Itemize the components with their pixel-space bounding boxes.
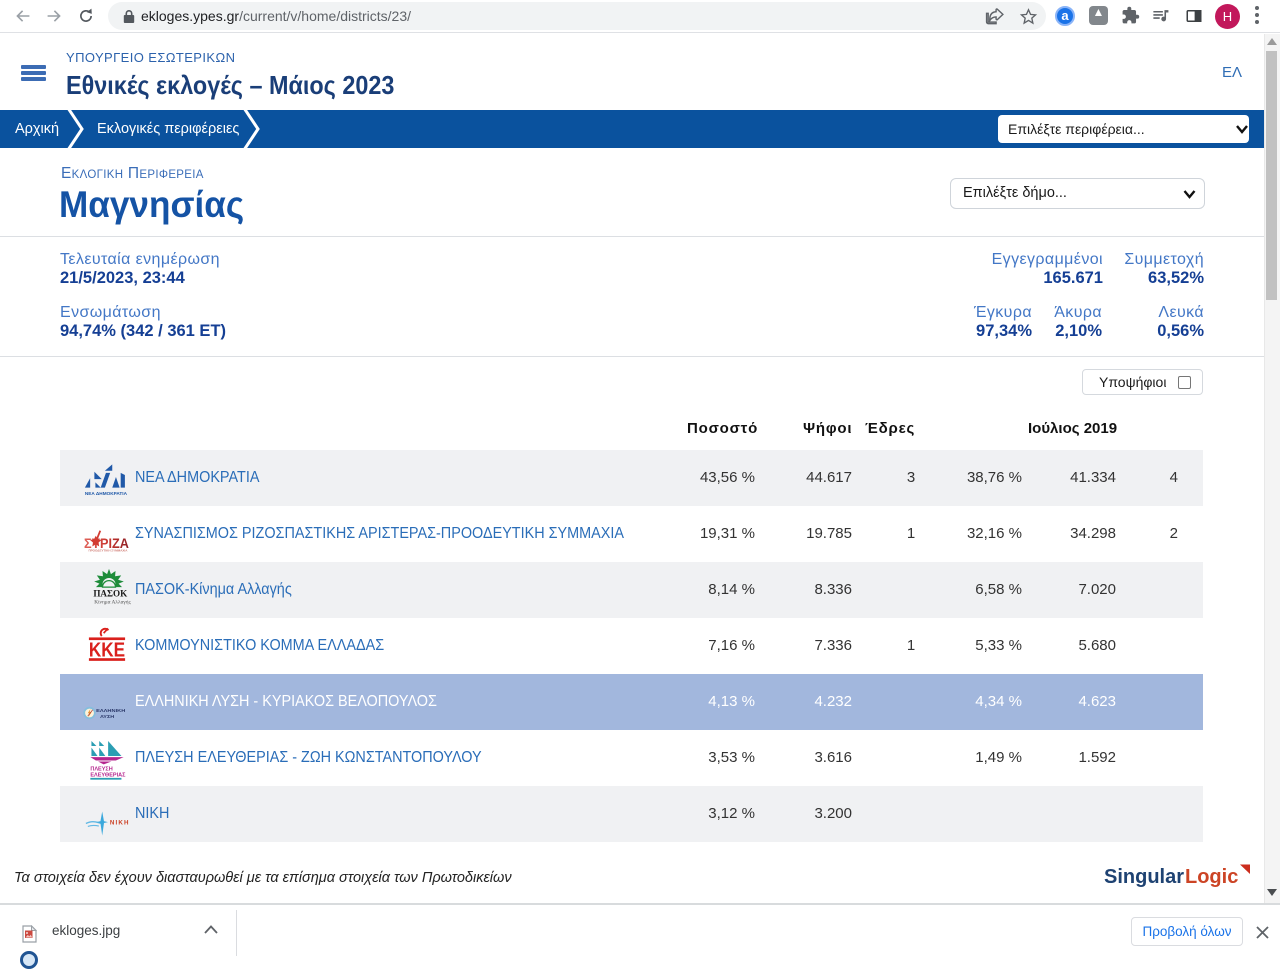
svg-text:ΝΕΑ ΔΗΜΟΚΡΑΤΙΑ: ΝΕΑ ΔΗΜΟΚΡΑΤΙΑ [85, 491, 128, 496]
svg-text:ΠΡΟΟΔΕΥΤΙΚΗ ΣΥΜΜΑΧΙΑ: ΠΡΟΟΔΕΥΤΙΚΗ ΣΥΜΜΑΧΙΑ [88, 549, 128, 553]
svg-text:ΕΛΕΥΘΕΡΙΑΣ: ΕΛΕΥΘΕΡΙΑΣ [90, 773, 126, 779]
svg-text:ΠΛΕΥΣΗ: ΠΛΕΥΣΗ [90, 766, 112, 772]
svg-text:ΛΥΣΗ: ΛΥΣΗ [100, 714, 114, 719]
svg-text:ΠΑΣΟΚ: ΠΑΣΟΚ [93, 589, 128, 599]
svg-text:ΝΙΚΗ: ΝΙΚΗ [110, 819, 130, 826]
svg-text:KKE: KKE [89, 639, 125, 661]
svg-text:Logic: Logic [1185, 866, 1238, 888]
svg-text:Κίνημα Αλλαγής: Κίνημα Αλλαγής [94, 600, 131, 606]
svg-text:Singular: Singular [1104, 866, 1184, 888]
svg-text:ΕΛΛΗΝΙΚΗ: ΕΛΛΗΝΙΚΗ [96, 708, 125, 713]
